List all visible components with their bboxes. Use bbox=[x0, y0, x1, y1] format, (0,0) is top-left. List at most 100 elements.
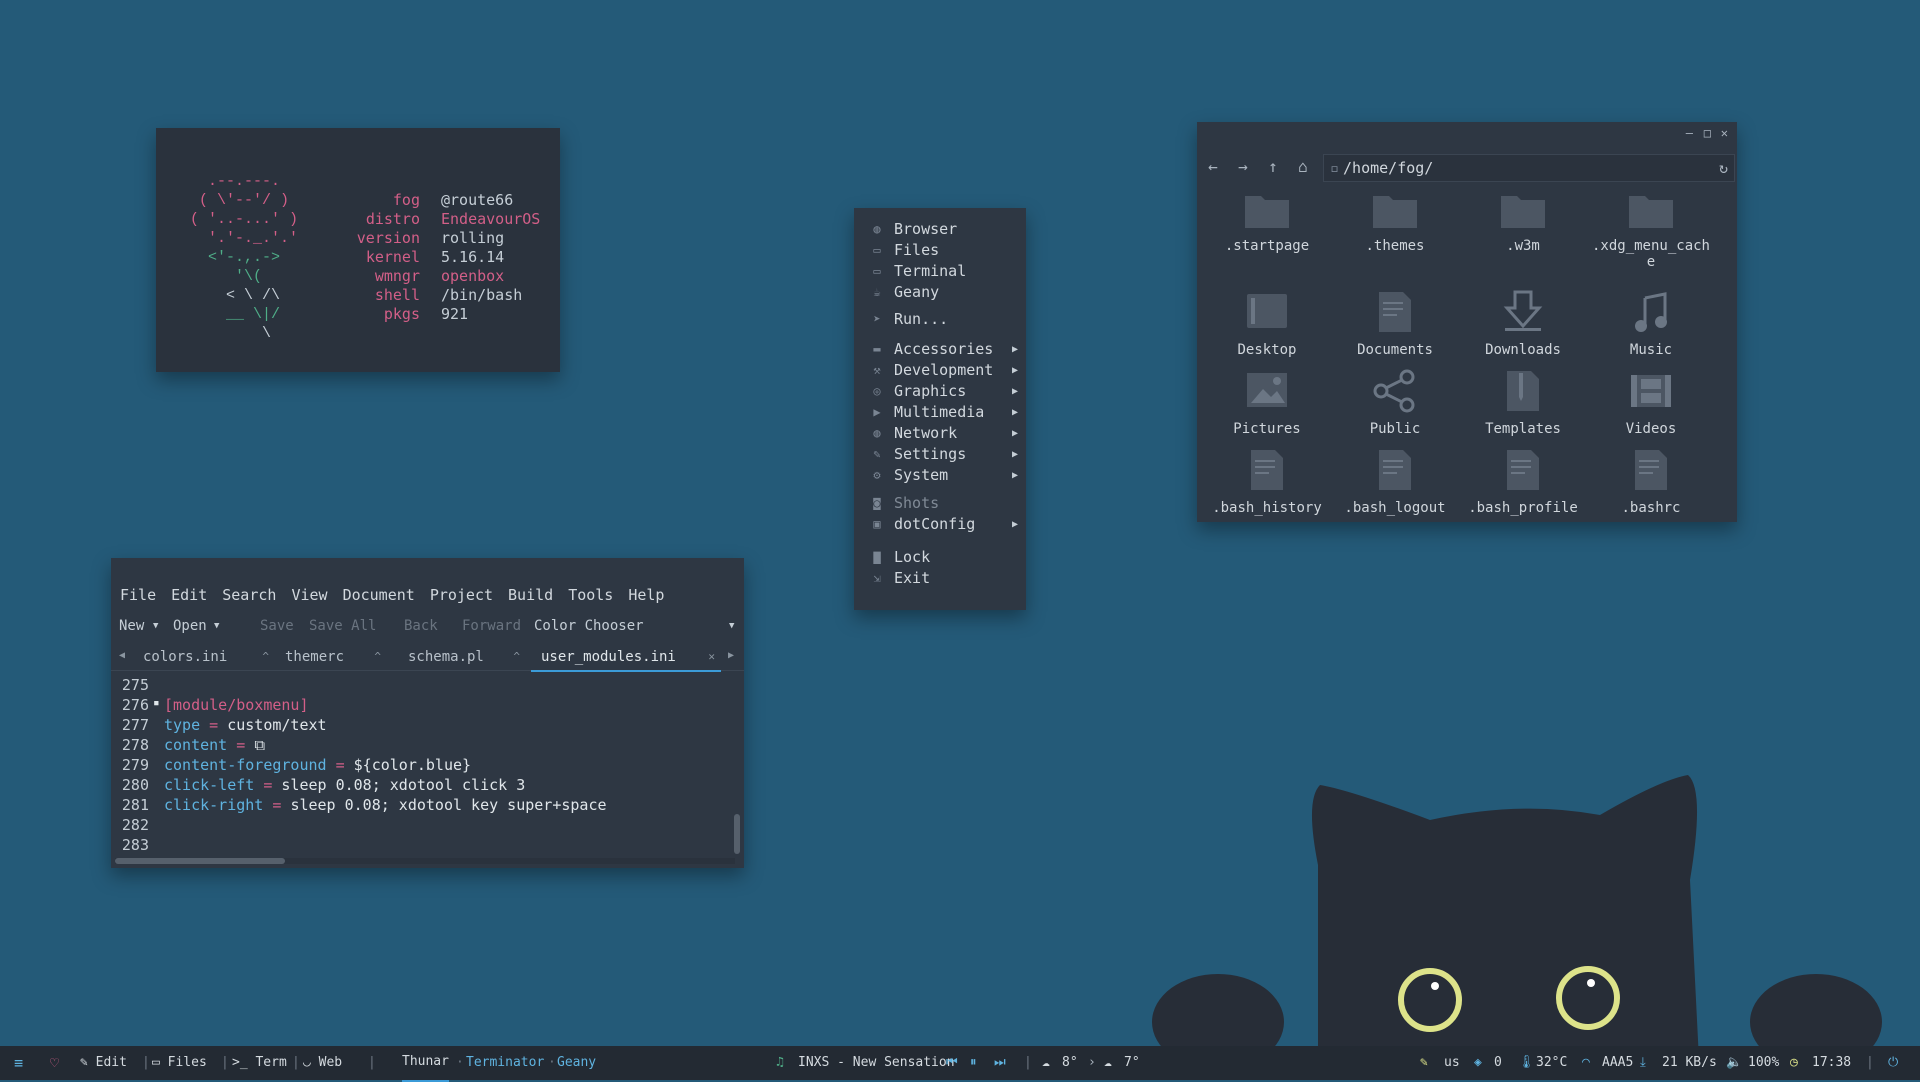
up-arrow-icon[interactable]: ↑ bbox=[1260, 155, 1286, 179]
power-icon[interactable]: ⏻ bbox=[1888, 1046, 1898, 1080]
location-bar[interactable]: ▫/home/fog/ ↻ bbox=[1323, 154, 1735, 182]
file-item[interactable]: .w3m bbox=[1459, 190, 1587, 254]
folder-icon bbox=[1203, 190, 1331, 234]
menu-item-shots[interactable]: ◙ Shots bbox=[868, 493, 1018, 513]
menu-item-network[interactable]: ◍ Network ▶ bbox=[868, 423, 1018, 443]
menu-tools[interactable]: Tools bbox=[568, 586, 613, 604]
file-item[interactable]: Videos bbox=[1587, 369, 1715, 437]
menu-item-browser[interactable]: ◍ Browser bbox=[868, 219, 1018, 239]
fetch-values: @route66 EndeavourOS rolling 5.16.14 openbox… bbox=[441, 191, 540, 324]
file-item[interactable]: Documents bbox=[1331, 290, 1459, 358]
tab-colorsini[interactable]: colors.ini ^ bbox=[133, 646, 275, 670]
file-item[interactable]: Desktop bbox=[1203, 290, 1331, 358]
tab-themerc[interactable]: themerc ^ bbox=[275, 646, 387, 670]
close-icon[interactable]: ✕ bbox=[708, 646, 715, 668]
fold-marker-icon[interactable]: ▪ bbox=[153, 696, 160, 709]
web-launcher[interactable]: ◡ Web bbox=[303, 1046, 342, 1080]
updates-count[interactable]: 0 bbox=[1494, 1046, 1502, 1080]
tab-scroll-right-icon[interactable]: ▶ bbox=[728, 650, 734, 661]
file-item[interactable]: .startpage bbox=[1203, 190, 1331, 254]
vertical-scrollbar[interactable] bbox=[734, 814, 740, 854]
menu-project[interactable]: Project bbox=[430, 586, 493, 604]
task-thunar[interactable]: Thunar bbox=[402, 1046, 449, 1082]
menu-item-multimedia[interactable]: ▶ Multimedia ▶ bbox=[868, 402, 1018, 422]
menu-search[interactable]: Search bbox=[222, 586, 276, 604]
pause-icon[interactable]: ⏸ bbox=[970, 1046, 977, 1080]
menu-item-run[interactable]: ➤ Run... bbox=[868, 309, 1018, 329]
scroll-thumb[interactable] bbox=[115, 858, 285, 864]
pictures-folder-icon bbox=[1203, 369, 1331, 417]
file-item[interactable]: .themes bbox=[1331, 190, 1459, 254]
file-item[interactable]: .xdg_menu_cach e bbox=[1587, 190, 1715, 270]
file-item[interactable]: Public bbox=[1331, 369, 1459, 437]
open-button[interactable]: Open bbox=[173, 618, 207, 634]
file-item[interactable]: .bashrc bbox=[1587, 448, 1715, 516]
new-button[interactable]: New bbox=[119, 618, 144, 634]
menu-item-exit[interactable]: ⇲ Exit bbox=[868, 568, 1018, 588]
menu-item-settings[interactable]: ✎ Settings ▶ bbox=[868, 444, 1018, 464]
fetch-key: kernel bbox=[365, 248, 420, 266]
hamburger-menu-icon[interactable]: ≡ bbox=[14, 1046, 23, 1080]
menu-item-geany[interactable]: ☕ Geany bbox=[868, 282, 1018, 302]
menu-item-lock[interactable]: ▇ Lock bbox=[868, 547, 1018, 567]
home-icon[interactable]: ⌂ bbox=[1290, 155, 1316, 179]
edit-launcher[interactable]: ✎ Edit bbox=[80, 1046, 127, 1080]
horizontal-scrollbar[interactable] bbox=[115, 858, 735, 864]
menu-item-accessories[interactable]: ▬ Accessories ▶ bbox=[868, 339, 1018, 359]
menu-document[interactable]: Document bbox=[343, 586, 415, 604]
tab-user_modulesini[interactable]: user_modules.ini ✕ bbox=[531, 646, 721, 672]
back-arrow-icon[interactable]: ← bbox=[1200, 155, 1226, 179]
network-speed: 21 KB/s bbox=[1662, 1055, 1717, 1070]
file-item[interactable]: .bash_logout bbox=[1331, 448, 1459, 516]
wifi-ssid[interactable]: AAA5 bbox=[1602, 1046, 1633, 1080]
file-item[interactable]: Pictures bbox=[1203, 369, 1331, 437]
minimize-icon[interactable]: – bbox=[1686, 126, 1693, 140]
color-chooser-button[interactable]: Color Chooser bbox=[534, 618, 644, 634]
tab-schemapl[interactable]: schema.pl ^ bbox=[398, 646, 526, 670]
tab-close-icon[interactable]: ^ bbox=[513, 646, 520, 668]
back-button[interactable]: Back bbox=[404, 618, 438, 634]
tab-scroll-left-icon[interactable]: ◀ bbox=[119, 650, 125, 661]
maximize-icon[interactable]: □ bbox=[1704, 126, 1711, 140]
task-geany[interactable]: Geany bbox=[557, 1046, 596, 1080]
toolbar-overflow-icon[interactable]: ▼ bbox=[729, 621, 734, 631]
close-icon[interactable]: ✕ bbox=[1721, 126, 1728, 140]
keyboard-layout[interactable]: us bbox=[1444, 1046, 1460, 1080]
files-launcher[interactable]: ▭ Files bbox=[152, 1046, 207, 1080]
chevron-down-icon[interactable]: ▼ bbox=[214, 621, 219, 631]
menu-item-system[interactable]: ⚙ System ▶ bbox=[868, 465, 1018, 485]
menu-item-label: Run... bbox=[894, 310, 949, 328]
file-item[interactable]: .bash_profile bbox=[1459, 448, 1587, 516]
file-item[interactable]: .bash_history bbox=[1203, 448, 1331, 516]
term-launcher[interactable]: >_ Term bbox=[232, 1046, 287, 1080]
next-track-icon[interactable]: ⏭ bbox=[994, 1046, 1006, 1080]
task-terminator[interactable]: Terminator bbox=[466, 1046, 544, 1080]
heart-icon[interactable]: ♡ bbox=[50, 1046, 59, 1080]
menu-item-graphics[interactable]: ◎ Graphics ▶ bbox=[868, 381, 1018, 401]
previous-track-icon[interactable]: ⏮ bbox=[946, 1046, 958, 1080]
forward-arrow-icon[interactable]: → bbox=[1230, 155, 1256, 179]
menu-help[interactable]: Help bbox=[628, 586, 664, 604]
reload-icon[interactable]: ↻ bbox=[1719, 155, 1728, 181]
save-all-button[interactable]: Save All bbox=[309, 618, 376, 634]
forward-button[interactable]: Forward bbox=[462, 618, 521, 634]
save-button[interactable]: Save bbox=[260, 618, 294, 634]
tab-close-icon[interactable]: ^ bbox=[262, 646, 269, 668]
menu-edit[interactable]: Edit bbox=[171, 586, 207, 604]
separator: | bbox=[368, 1055, 376, 1070]
file-item[interactable]: Templates bbox=[1459, 369, 1587, 437]
menu-file[interactable]: File bbox=[120, 586, 156, 604]
menu-item-development[interactable]: ⚒ Development ▶ bbox=[868, 360, 1018, 380]
menu-view[interactable]: View bbox=[291, 586, 327, 604]
file-item[interactable]: Music bbox=[1587, 290, 1715, 358]
menu-item-terminal[interactable]: ▭ Terminal bbox=[868, 261, 1018, 281]
globe-icon: ◍ bbox=[873, 222, 881, 236]
menu-item-dotconfig[interactable]: ▣ dotConfig ▶ bbox=[868, 514, 1018, 534]
menu-item-files[interactable]: ▭ Files bbox=[868, 240, 1018, 260]
volume-level[interactable]: 100% bbox=[1748, 1046, 1779, 1080]
separator: | bbox=[292, 1055, 300, 1070]
tab-close-icon[interactable]: ^ bbox=[374, 646, 381, 668]
menu-build[interactable]: Build bbox=[508, 586, 553, 604]
file-item[interactable]: Downloads bbox=[1459, 290, 1587, 358]
chevron-down-icon[interactable]: ▼ bbox=[153, 621, 158, 631]
